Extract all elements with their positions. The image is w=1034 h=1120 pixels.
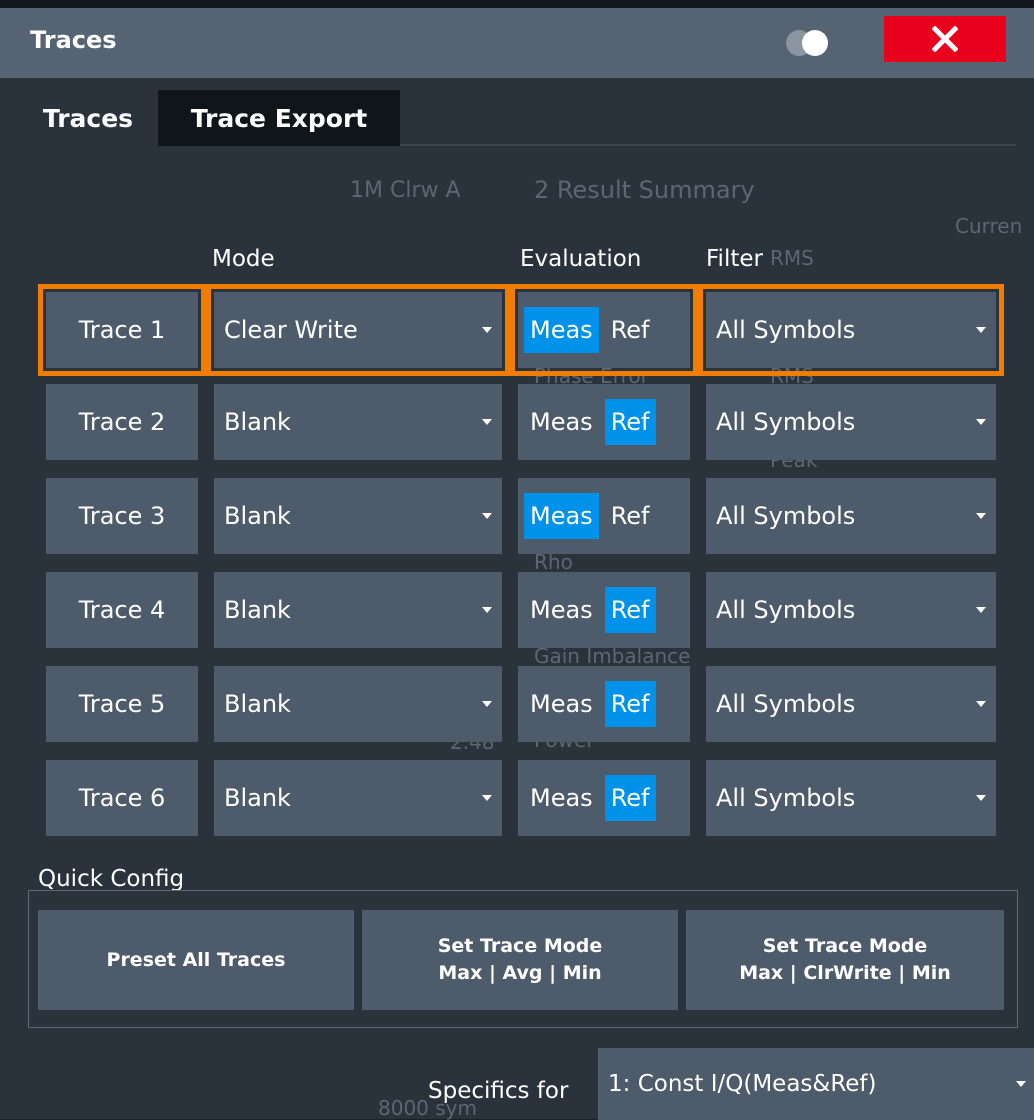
trace-mode-dropdown[interactable]: Blank	[214, 572, 502, 648]
trace-filter-value: All Symbols	[716, 408, 856, 436]
set-trace-mode-clrwrite-button[interactable]: Set Trace Mode Max | ClrWrite | Min	[686, 910, 1004, 1010]
selection-frame	[510, 284, 698, 376]
trace-mode-dropdown[interactable]: Blank	[214, 760, 502, 836]
trace-mode-value: Blank	[224, 596, 291, 624]
trace-filter-dropdown[interactable]: All Symbols	[706, 384, 996, 460]
column-header-filter: Filter	[706, 246, 763, 272]
trace-filter-value: All Symbols	[716, 784, 856, 812]
bg-current: Curren	[955, 214, 1023, 238]
dialog-titlebar: Traces	[0, 8, 1034, 78]
trace-mode-dropdown[interactable]: Blank	[214, 666, 502, 742]
set-trace-mode-avg-line2: Max | Avg | Min	[438, 962, 602, 984]
trace-button[interactable]: Trace 2	[46, 384, 198, 460]
chevron-down-icon	[976, 701, 986, 707]
quick-config-label: Quick Config	[38, 866, 185, 892]
evaluation-ref-option[interactable]: Ref	[605, 493, 656, 539]
set-trace-mode-avg-button[interactable]: Set Trace Mode Max | Avg | Min	[362, 910, 678, 1010]
preset-all-traces-button[interactable]: Preset All Traces	[38, 910, 354, 1010]
set-trace-mode-avg-line1: Set Trace Mode	[437, 935, 603, 958]
dialog-title: Traces	[30, 26, 117, 54]
evaluation-meas-option[interactable]: Meas	[524, 493, 599, 539]
evaluation-meas-option[interactable]: Meas	[524, 775, 599, 821]
trace-mode-value: Blank	[224, 408, 291, 436]
trace-button[interactable]: Trace 6	[46, 760, 198, 836]
close-button[interactable]	[884, 16, 1006, 62]
specifics-dropdown[interactable]: 1: Const I/Q(Meas&Ref)	[598, 1048, 1034, 1120]
evaluation-meas-option[interactable]: Meas	[524, 399, 599, 445]
selection-frame	[206, 284, 510, 376]
trace-mode-value: Blank	[224, 784, 291, 812]
evaluation-toggle: Meas Ref	[518, 384, 690, 460]
chevron-down-icon	[482, 513, 492, 519]
selection-frame	[38, 284, 206, 376]
trace-filter-dropdown[interactable]: All Symbols	[706, 478, 996, 554]
specifics-value: 1: Const I/Q(Meas&Ref)	[608, 1071, 877, 1097]
evaluation-toggle: Meas Ref	[518, 666, 690, 742]
trace-button[interactable]: Trace 3	[46, 478, 198, 554]
chevron-down-icon	[1016, 1081, 1026, 1087]
chevron-down-icon	[482, 701, 492, 707]
evaluation-meas-option[interactable]: Meas	[524, 681, 599, 727]
evaluation-ref-option[interactable]: Ref	[604, 399, 656, 445]
tab-divider	[400, 144, 1016, 146]
transparency-toggle-icon[interactable]	[782, 28, 838, 58]
evaluation-toggle: Meas Ref	[518, 572, 690, 648]
chevron-down-icon	[482, 607, 492, 613]
set-trace-mode-clrwrite-line1: Set Trace Mode	[762, 935, 928, 958]
chevron-down-icon	[482, 795, 492, 801]
specifics-label: Specifics for	[428, 1078, 569, 1104]
trace-mode-dropdown[interactable]: Blank	[214, 478, 502, 554]
trace-filter-dropdown[interactable]: All Symbols	[706, 666, 996, 742]
bg-trace-info: 1M Clrw A	[350, 178, 461, 203]
chevron-down-icon	[976, 795, 986, 801]
close-icon	[932, 26, 958, 52]
trace-filter-dropdown[interactable]: All Symbols	[706, 572, 996, 648]
selection-frame	[698, 284, 1004, 376]
trace-filter-value: All Symbols	[716, 690, 856, 718]
evaluation-ref-option[interactable]: Ref	[604, 775, 656, 821]
set-trace-mode-clrwrite-line2: Max | ClrWrite | Min	[739, 962, 951, 984]
chevron-down-icon	[976, 419, 986, 425]
trace-filter-dropdown[interactable]: All Symbols	[706, 760, 996, 836]
column-header-mode: Mode	[212, 246, 275, 272]
trace-button[interactable]: Trace 5	[46, 666, 198, 742]
evaluation-ref-option[interactable]: Ref	[604, 681, 656, 727]
trace-mode-value: Blank	[224, 690, 291, 718]
evaluation-toggle: Meas Ref	[518, 760, 690, 836]
tab-trace-export[interactable]: Trace Export	[158, 90, 400, 146]
preset-all-traces-label: Preset All Traces	[106, 948, 286, 971]
evaluation-toggle: Meas Ref	[518, 478, 690, 554]
evaluation-ref-option[interactable]: Ref	[604, 587, 656, 633]
traces-dialog: Traces 1M Clrw A 2 Result Summary Curren…	[0, 8, 1034, 1120]
trace-button[interactable]: Trace 4	[46, 572, 198, 648]
trace-filter-value: All Symbols	[716, 502, 856, 530]
chevron-down-icon	[976, 607, 986, 613]
evaluation-meas-option[interactable]: Meas	[524, 587, 599, 633]
bg-rms: RMS	[770, 246, 814, 270]
chevron-down-icon	[976, 513, 986, 519]
chevron-down-icon	[482, 419, 492, 425]
trace-mode-dropdown[interactable]: Blank	[214, 384, 502, 460]
tab-traces[interactable]: Traces	[18, 90, 158, 146]
bg-result-summary: 2 Result Summary	[534, 176, 755, 204]
trace-mode-value: Blank	[224, 502, 291, 530]
column-header-evaluation: Evaluation	[520, 246, 642, 272]
trace-filter-value: All Symbols	[716, 596, 856, 624]
